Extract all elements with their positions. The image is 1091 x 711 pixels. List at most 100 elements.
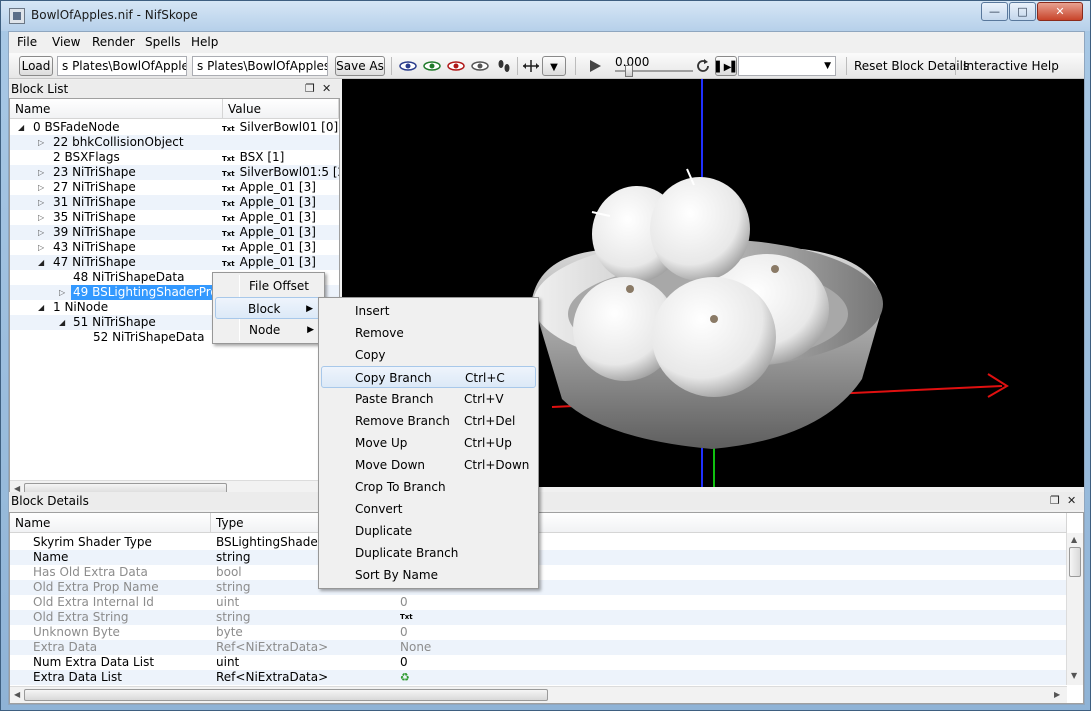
eye-red-icon[interactable] — [447, 59, 465, 73]
col-header-value[interactable]: Value — [223, 99, 339, 119]
footprints-icon[interactable] — [495, 59, 513, 73]
menu-item[interactable]: Move Up Ctrl+Up — [321, 432, 536, 454]
eye-icon[interactable] — [399, 59, 417, 73]
switch-icon-button[interactable]: ▌▶▌ — [715, 56, 739, 76]
collapse-arrow-icon[interactable]: ▷ — [38, 210, 44, 225]
menu-item[interactable]: Copy — [321, 344, 536, 366]
collapse-arrow-icon[interactable]: ▷ — [38, 225, 44, 240]
submenu-arrow-icon: ▶ — [306, 304, 313, 314]
scroll-right-icon[interactable]: ▶ — [1054, 690, 1060, 699]
menu-render[interactable]: Render — [92, 35, 135, 49]
eye-green-icon[interactable] — [423, 59, 441, 73]
tree-row[interactable]: ◢ 47 NiTriShape Txt Apple_01 [3] — [10, 255, 339, 270]
time-slider-handle[interactable] — [625, 65, 633, 77]
tree-row[interactable]: ▷ 35 NiTriShape Txt Apple_01 [3] — [10, 210, 339, 225]
collapse-arrow-icon[interactable]: ▷ — [59, 285, 65, 300]
menu-item[interactable]: Remove — [321, 322, 536, 344]
tree-row[interactable]: ▷ 23 NiTriShape Txt SilverBowl01:5 [2] — [10, 165, 339, 180]
interactive-help-button[interactable]: Interactive Help — [963, 59, 1059, 73]
collapse-arrow-icon[interactable]: ▷ — [38, 135, 44, 150]
loop-icon[interactable] — [694, 59, 712, 73]
minimize-button[interactable]: — — [981, 2, 1008, 21]
eye-gray-icon[interactable] — [471, 59, 489, 73]
menu-item-highlighted[interactable]: Copy Branch Ctrl+C — [321, 366, 536, 388]
close-button[interactable]: ✕ — [1037, 2, 1083, 21]
menu-item[interactable]: Move Down Ctrl+Down — [321, 454, 536, 476]
play-icon[interactable] — [586, 59, 604, 73]
menu-item[interactable]: Paste Branch Ctrl+V — [321, 388, 536, 410]
save-path-field[interactable]: s Plates\BowlOfApples.nif — [192, 56, 328, 76]
menu-item[interactable]: Convert — [321, 498, 536, 520]
menu-spells[interactable]: Spells — [145, 35, 181, 49]
col-header-name[interactable]: Name — [10, 99, 223, 119]
recycle-icon[interactable]: ♻ — [400, 670, 410, 685]
move-icon[interactable] — [522, 59, 540, 73]
col-header-name[interactable]: Name — [10, 513, 211, 533]
tree-row[interactable]: ▷ 39 NiTriShape Txt Apple_01 [3] — [10, 225, 339, 240]
tree-row-name: 23 NiTriShape — [53, 165, 136, 179]
collapse-arrow-icon[interactable]: ▷ — [38, 195, 44, 210]
scroll-thumb[interactable] — [1069, 547, 1081, 577]
table-row[interactable]: Extra Data List Ref<NiExtraData> ♻ — [10, 670, 1067, 685]
expand-arrow-icon[interactable]: ◢ — [38, 255, 44, 270]
expand-arrow-icon[interactable]: ◢ — [59, 315, 65, 330]
row-value: 0 — [400, 625, 408, 639]
menu-file[interactable]: File — [17, 35, 37, 49]
toolbar-separator — [391, 57, 392, 75]
load-button[interactable]: Load — [19, 56, 53, 76]
collapse-arrow-icon[interactable]: ▷ — [38, 165, 44, 180]
scroll-left-icon[interactable]: ◀ — [14, 690, 20, 699]
menu-item[interactable]: Duplicate Branch — [321, 542, 536, 564]
table-row[interactable]: Extra Data Ref<NiExtraData> None — [10, 640, 1067, 655]
menu-item-node[interactable]: Node ▶ — [215, 319, 322, 341]
menu-item[interactable]: Crop To Branch — [321, 476, 536, 498]
row-name: Old Extra String — [33, 610, 129, 624]
row-name: Num Extra Data List — [33, 655, 155, 669]
close-icon[interactable]: ✕ — [322, 82, 331, 95]
close-icon[interactable]: ✕ — [1067, 494, 1076, 507]
row-type: string — [216, 580, 251, 594]
float-undock-icon[interactable]: ❐ — [305, 82, 315, 95]
row-value: 0 — [400, 655, 408, 669]
scroll-thumb[interactable] — [24, 689, 548, 701]
collapse-arrow-icon[interactable]: ▷ — [38, 180, 44, 195]
horizontal-scrollbar[interactable]: ◀ ▶ — [10, 686, 1067, 703]
expand-arrow-icon[interactable]: ◢ — [38, 300, 44, 315]
menu-item-file-offset[interactable]: File Offset — [215, 275, 322, 297]
table-row[interactable]: Unknown Byte byte 0 — [10, 625, 1067, 640]
table-row[interactable]: Old Extra String string Txt — [10, 610, 1067, 625]
tree-row[interactable]: 2 BSXFlags Txt BSX [1] — [10, 150, 339, 165]
menu-item[interactable]: Remove Branch Ctrl+Del — [321, 410, 536, 432]
collapse-arrow-icon[interactable]: ▷ — [38, 240, 44, 255]
menu-item[interactable]: Duplicate — [321, 520, 536, 542]
tree-row[interactable]: ▷ 43 NiTriShape Txt Apple_01 [3] — [10, 240, 339, 255]
reset-block-details-button[interactable]: Reset Block Details — [854, 59, 969, 73]
table-row[interactable]: Old Extra Internal Id uint 0 — [10, 595, 1067, 610]
row-type: uint — [216, 595, 240, 609]
menu-item-label: Copy — [355, 348, 386, 362]
menu-item[interactable]: Sort By Name — [321, 564, 536, 586]
tree-row[interactable]: ▷ 31 NiTriShape Txt Apple_01 [3] — [10, 195, 339, 210]
menu-help[interactable]: Help — [191, 35, 218, 49]
tree-row[interactable]: ▷ 27 NiTriShape Txt Apple_01 [3] — [10, 180, 339, 195]
save-as-button[interactable]: Save As — [335, 56, 385, 76]
tree-row-value: Apple_01 [3] — [239, 195, 316, 209]
tree-row-name: 52 NiTriShapeData — [93, 330, 205, 344]
block-details-title-text: Block Details — [11, 494, 89, 508]
tree-row[interactable]: ◢ 0 BSFadeNode Txt SilverBowl01 [0] — [10, 120, 339, 135]
menu-item[interactable]: Insert — [321, 300, 536, 322]
view-dropdown-button[interactable]: ▼ — [542, 56, 566, 76]
scroll-up-icon[interactable]: ▲ — [1071, 535, 1077, 544]
menu-view[interactable]: View — [52, 35, 80, 49]
menu-item-block[interactable]: Block ▶ — [215, 297, 322, 319]
maximize-button[interactable]: □ — [1009, 2, 1036, 21]
table-row[interactable]: Num Extra Data List uint 0 — [10, 655, 1067, 670]
float-undock-icon[interactable]: ❐ — [1050, 494, 1060, 507]
tree-row[interactable]: ▷ 22 bhkCollisionObject — [10, 135, 339, 150]
vertical-scrollbar[interactable]: ▲ ▼ — [1066, 533, 1083, 685]
scroll-down-icon[interactable]: ▼ — [1071, 671, 1077, 680]
load-path-field[interactable]: s Plates\BowlOfApples.nif — [57, 56, 187, 76]
expand-arrow-icon[interactable]: ◢ — [18, 120, 24, 135]
menu-item-label: Move Up — [355, 436, 408, 450]
animation-select[interactable]: ▼ — [738, 56, 836, 76]
